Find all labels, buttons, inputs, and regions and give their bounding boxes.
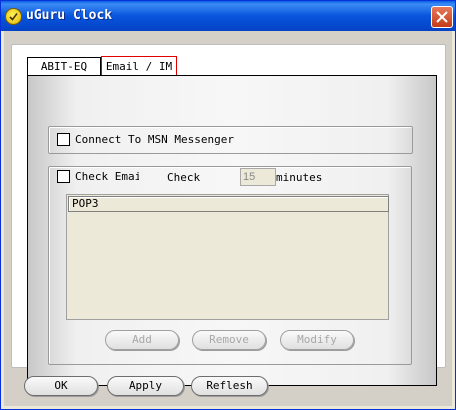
dialog-client-area: ABIT-EQ Email / IM Connect To MSN Messen…: [4, 31, 452, 406]
msn-label: Connect To MSN Messenger: [75, 133, 234, 146]
tab-email-im[interactable]: Email / IM: [101, 56, 177, 77]
check-email-label: Check Email: [75, 170, 139, 183]
title-bar[interactable]: uGuru Clock: [1, 1, 455, 31]
interval-input[interactable]: [240, 168, 276, 186]
modify-button[interactable]: Modify: [280, 330, 354, 350]
msn-checkbox[interactable]: [57, 133, 70, 146]
refresh-button[interactable]: Reflesh: [191, 376, 268, 396]
msn-group: Connect To MSN Messenger: [48, 126, 413, 154]
minutes-label: minutes: [276, 171, 323, 184]
window-title: uGuru Clock: [26, 8, 113, 23]
check-interval-label: Check: [167, 171, 201, 184]
ok-button[interactable]: OK: [24, 376, 98, 396]
apply-button[interactable]: Apply: [107, 376, 184, 396]
remove-button[interactable]: Remove: [192, 330, 266, 350]
add-button[interactable]: Add: [105, 330, 179, 350]
accounts-list[interactable]: POP3: [66, 194, 389, 320]
uguru-clock-window: uGuru Clock ABIT-EQ Email / IM Connect T…: [0, 0, 456, 410]
clock-icon: [5, 8, 22, 25]
check-email-checkbox[interactable]: [57, 170, 70, 183]
email-im-panel: Connect To MSN Messenger Check Email Che…: [27, 75, 437, 386]
list-header-pop3[interactable]: POP3: [68, 196, 389, 212]
close-button[interactable]: [431, 6, 453, 28]
tab-abit-eq[interactable]: ABIT-EQ: [27, 57, 101, 75]
